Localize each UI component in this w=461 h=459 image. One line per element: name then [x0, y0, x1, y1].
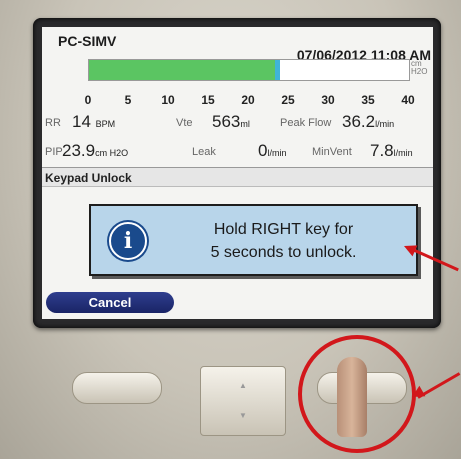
- up-arrow-icon: ▲: [239, 381, 247, 390]
- scale-tick-label: 35: [361, 93, 375, 107]
- scale-tick-label: 40: [401, 93, 415, 107]
- pressure-bar-marker: [275, 60, 280, 80]
- message-line-2: 5 seconds to unlock.: [210, 244, 357, 261]
- vte-value: 563ml: [212, 112, 250, 131]
- ventilator-screen: PC-SIMV 07/06/2012 11:08 AM cm H2O 0 5 10 15…: [42, 27, 433, 319]
- pressure-bar: [88, 59, 410, 81]
- leak-value: 0l/min: [258, 141, 287, 160]
- annotation-circle: [298, 335, 416, 453]
- ventilator-panel: PC-SIMV 07/06/2012 11:08 AM cm H2O 0 5 10 15…: [0, 0, 461, 459]
- scale-tick-label: 5: [124, 93, 132, 107]
- cancel-button[interactable]: Cancel: [46, 292, 174, 313]
- pressure-bar-fill: [89, 60, 280, 80]
- pip-label: PIP: [45, 146, 63, 158]
- pressure-scale: 0 5 10 15 20 25 30 35 40: [84, 93, 415, 107]
- scale-tick-label: 15: [201, 93, 215, 107]
- leak-label: Leak: [192, 146, 216, 158]
- dialog-title-bar: Keypad Unlock: [42, 168, 433, 187]
- min-vent-label: MinVent: [312, 146, 352, 158]
- message-line-1: Hold RIGHT key for: [213, 221, 354, 238]
- peak-flow-label: Peak Flow: [280, 117, 332, 129]
- status-header: PC-SIMV 07/06/2012 11:08 AM: [42, 27, 433, 63]
- pressure-bar-unit: cm H2O: [411, 59, 428, 76]
- scale-tick-label: 25: [281, 93, 295, 107]
- rr-value: 14 BPM: [72, 112, 116, 131]
- scale-tick-label: 30: [321, 93, 335, 107]
- info-icon: i: [109, 222, 147, 260]
- pip-value: 23.9cm H2O: [62, 141, 129, 160]
- unlock-message: Hold RIGHT key for 5 seconds to unlock.: [161, 218, 406, 264]
- scale-tick-label: 10: [161, 93, 175, 107]
- down-arrow-icon: ▼: [239, 411, 247, 420]
- scale-tick-label: 20: [241, 93, 255, 107]
- vte-label: Vte: [176, 117, 193, 129]
- left-key[interactable]: [72, 372, 162, 404]
- mode-label: PC-SIMV: [58, 33, 117, 49]
- readings-row-1: RR 14 BPM Vte 563ml Peak Flow 36.2l/min: [42, 112, 433, 134]
- dialog-title: Keypad Unlock: [45, 171, 132, 185]
- center-key[interactable]: ▲ ▼: [200, 366, 286, 436]
- rr-label: RR: [45, 117, 61, 129]
- readings-row-2: PIP 23.9cm H2O Leak 0l/min MinVent 7.8l/…: [42, 141, 433, 163]
- scale-tick-label: 0: [84, 93, 92, 107]
- unlock-message-box: i Hold RIGHT key for 5 seconds to unlock…: [89, 204, 418, 276]
- peak-flow-value: 36.2l/min: [342, 112, 395, 131]
- min-vent-value: 7.8l/min: [370, 141, 413, 160]
